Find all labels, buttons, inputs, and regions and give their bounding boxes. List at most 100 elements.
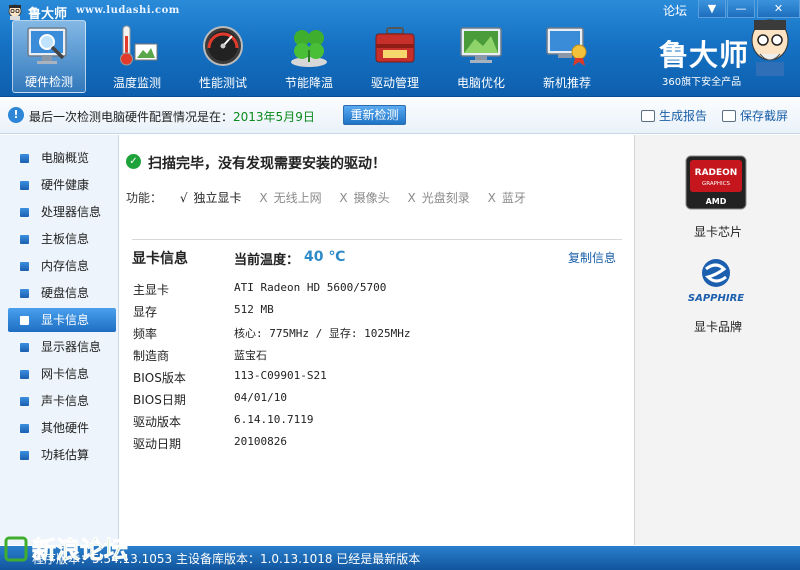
save-screenshot-link[interactable]: 保存截屏 — [722, 107, 788, 124]
sidebar-item-label: 主板信息 — [41, 232, 90, 246]
bullet-icon — [20, 289, 29, 298]
feature-label: 摄像头 — [353, 191, 390, 205]
sidebar-item-hardware-health[interactable]: 硬件健康 — [8, 173, 116, 197]
bullet-icon — [20, 424, 29, 433]
sidebar: 电脑概览 硬件健康 处理器信息 主板信息 内存信息 硬盘信息 显卡信息 显示器信… — [0, 135, 119, 545]
info-value: 113-C09901-S21 — [234, 369, 327, 382]
last-check-text: 最后一次检测电脑硬件配置情况是在：2013年5月9日 — [29, 108, 315, 125]
bullet-icon — [20, 208, 29, 217]
sidebar-item-overview[interactable]: 电脑概览 — [8, 146, 116, 170]
nav-label: 电脑优化 — [456, 76, 505, 90]
nav-pc-optimization[interactable]: 电脑优化 — [444, 20, 518, 93]
sapphire-text: SAPPHIRE — [688, 293, 744, 304]
info-row-driver-date: 驱动日期 20100826 — [133, 435, 613, 457]
nav-driver-management[interactable]: 驱动管理 — [358, 20, 432, 93]
app-logo-icon — [8, 4, 22, 20]
sidebar-item-label: 功耗估算 — [41, 448, 90, 462]
gpu-chip-label: 显卡芯片 — [693, 225, 742, 239]
cross-icon: X — [487, 191, 496, 205]
nav-label: 节能降温 — [284, 76, 333, 90]
main-content: ✓ 扫描完毕，没有发现需要安装的驱动！ 功能： √ 独立显卡 X 无线上网 X 摄像头… — [120, 135, 633, 545]
feature-discrete-gpu: √ 独立显卡 — [180, 191, 242, 205]
bullet-icon — [20, 343, 29, 352]
bullet-icon — [20, 154, 29, 163]
bullet-icon — [20, 181, 29, 190]
copy-info-link[interactable]: 复制信息 — [568, 249, 616, 266]
sidebar-item-label: 硬盘信息 — [41, 286, 90, 300]
cross-icon: X — [339, 191, 348, 205]
info-value: 512 MB — [234, 303, 274, 316]
features-label: 功能： — [126, 191, 163, 205]
sidebar-item-label: 硬件健康 — [41, 178, 90, 192]
last-check-prefix: 最后一次检测电脑硬件配置情况是在： — [29, 110, 234, 124]
sidebar-item-power-estimate[interactable]: 功耗估算 — [8, 443, 116, 467]
info-row-manufacturer: 制造商 蓝宝石 — [133, 347, 613, 369]
thermometer-icon — [120, 25, 158, 66]
nav-hardware-detection[interactable]: 硬件检测 — [12, 20, 86, 93]
save-screenshot-label: 保存截屏 — [740, 109, 789, 123]
scan-result-title: 扫描完毕，没有发现需要安装的驱动！ — [148, 156, 386, 172]
info-row-driver-version: 驱动版本 6.14.10.7119 — [133, 413, 613, 435]
sidebar-item-label: 显卡信息 — [41, 313, 90, 327]
nav-new-pc-recommendation[interactable]: 新机推荐 — [530, 20, 604, 93]
monitor-magnifier-icon — [27, 27, 67, 64]
current-temp-value: 40 ℃ — [304, 249, 346, 265]
mascot-icon — [751, 19, 789, 76]
checkmark-icon: √ — [179, 191, 188, 205]
feature-bluetooth: X 蓝牙 — [488, 191, 526, 205]
sidebar-item-disk[interactable]: 硬盘信息 — [8, 281, 116, 305]
nav-label: 新机推荐 — [542, 76, 591, 90]
brand-name: 鲁大师 — [659, 38, 750, 72]
speedometer-icon — [203, 26, 243, 66]
feature-wireless: X 无线上网 — [259, 191, 321, 205]
recheck-button[interactable]: 重新检测 — [343, 105, 406, 125]
info-icon: ! — [8, 107, 24, 123]
info-key: 主显卡 — [133, 283, 170, 297]
right-panel: RADEON GRAPHICS AMD 显卡芯片 SAPPHIRE 显卡品牌 — [634, 135, 800, 545]
nav-performance-test[interactable]: 性能测试 — [186, 20, 260, 93]
sidebar-item-display[interactable]: 显示器信息 — [8, 335, 116, 359]
sidebar-item-cpu[interactable]: 处理器信息 — [8, 200, 116, 224]
feature-label: 独立显卡 — [193, 191, 242, 205]
gpu-brand-label: 显卡品牌 — [693, 320, 742, 334]
info-key: BIOS版本 — [133, 371, 186, 385]
last-check-date: 2013年5月9日 — [233, 110, 315, 124]
menu-button[interactable]: ▼ — [698, 0, 726, 18]
sidebar-item-sound[interactable]: 声卡信息 — [8, 389, 116, 413]
bullet-icon — [20, 397, 29, 406]
sidebar-item-label: 显示器信息 — [41, 340, 102, 354]
feature-camera: X 摄像头 — [339, 191, 389, 205]
nav-label: 温度监测 — [112, 76, 161, 90]
sidebar-item-memory[interactable]: 内存信息 — [8, 254, 116, 278]
info-row-bios-version: BIOS版本 113-C09901-S21 — [133, 369, 613, 391]
sidebar-item-label: 内存信息 — [41, 259, 90, 273]
brand-subtitle: 360旗下安全产品 — [662, 77, 742, 88]
app-url: www.ludashi.com — [76, 5, 180, 16]
sidebar-item-motherboard[interactable]: 主板信息 — [8, 227, 116, 251]
info-key: 频率 — [133, 327, 158, 341]
gpu-section-title: 显卡信息 — [132, 251, 188, 267]
sidebar-item-network[interactable]: 网卡信息 — [8, 362, 116, 386]
toolbox-icon — [375, 27, 415, 63]
generate-report-link[interactable]: 生成报告 — [641, 107, 707, 124]
nav-label: 硬件检测 — [24, 75, 73, 89]
sidebar-item-label: 其他硬件 — [41, 421, 90, 435]
minimize-icon: — — [735, 2, 747, 15]
amd-text: AMD — [706, 197, 727, 206]
nav-energy-saving[interactable]: 节能降温 — [272, 20, 346, 93]
info-key: 驱动版本 — [133, 415, 182, 429]
info-key: 制造商 — [133, 349, 170, 363]
section-divider — [132, 239, 622, 240]
info-bar: ! 最后一次检测电脑硬件配置情况是在：2013年5月9日 重新检测 生成报告 保… — [0, 98, 800, 134]
sidebar-item-other-hardware[interactable]: 其他硬件 — [8, 416, 116, 440]
info-row-main-gpu: 主显卡 ATI Radeon HD 5600/5700 — [133, 281, 613, 303]
sidebar-item-label: 网卡信息 — [41, 367, 90, 381]
cross-icon: X — [259, 191, 268, 205]
forum-link[interactable]: 论坛 — [663, 2, 687, 19]
feature-optical-burner: X 光盘刻录 — [408, 191, 470, 205]
feature-label: 蓝牙 — [501, 191, 526, 205]
bullet-icon — [20, 451, 29, 460]
chevron-down-icon: ▼ — [707, 2, 717, 15]
nav-temperature[interactable]: 温度监测 — [100, 20, 174, 93]
sidebar-item-graphics[interactable]: 显卡信息 — [8, 308, 116, 332]
